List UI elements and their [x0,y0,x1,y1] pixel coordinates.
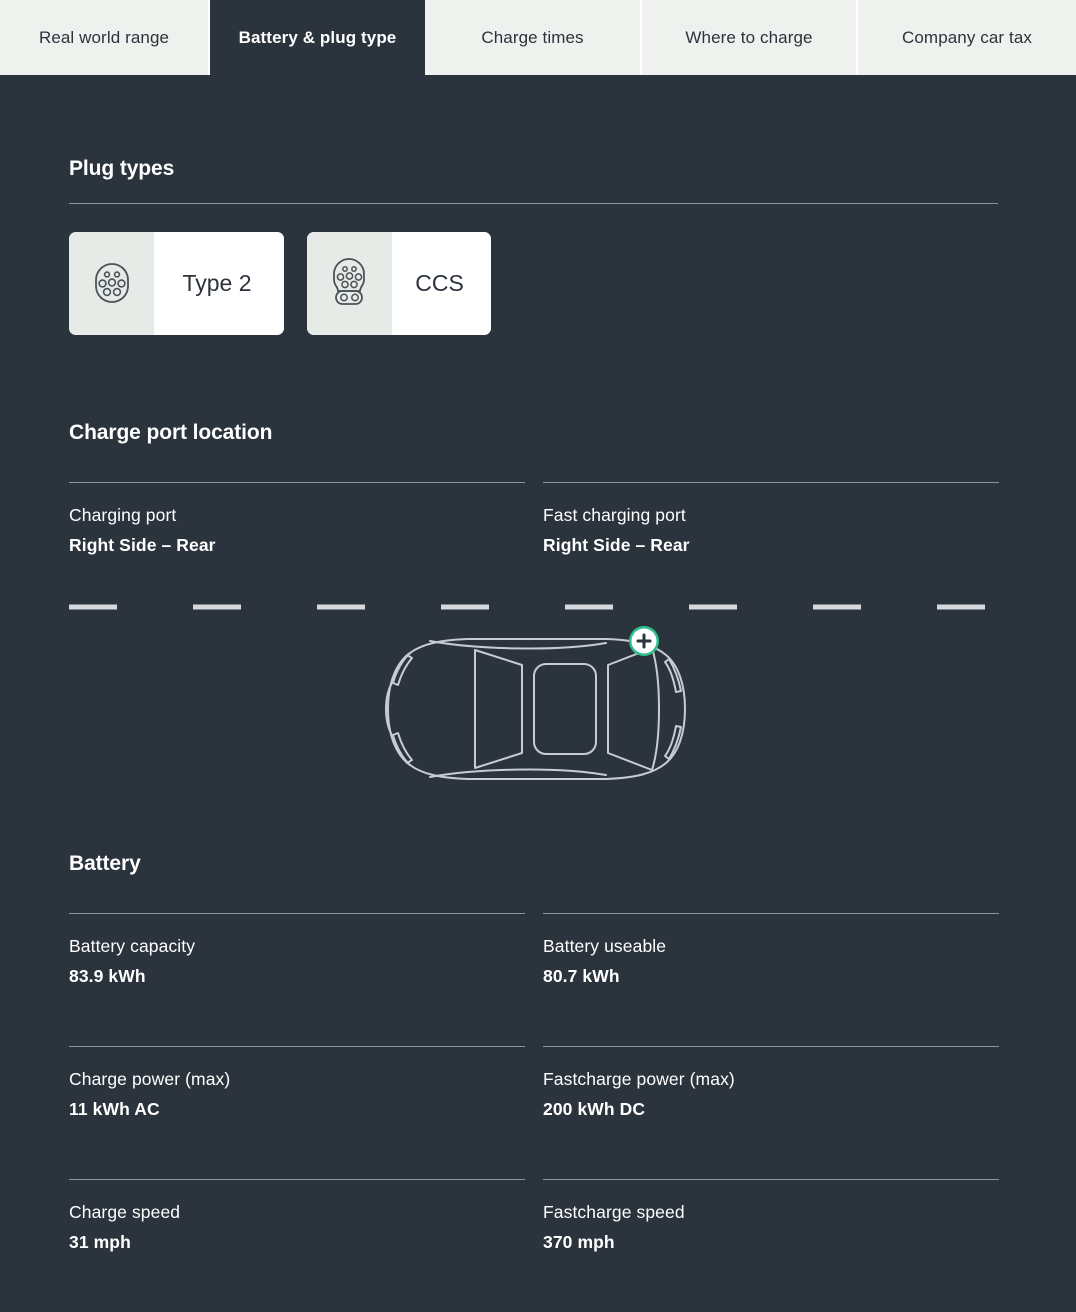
battery-capacity-label: Battery capacity [69,936,196,956]
battery-heading: Battery [69,852,141,875]
tab-bar: Real world range Battery & plug type Cha… [0,0,1076,75]
content-area: Plug types Type 2 CCS Charge port locati… [0,157,1076,1305]
charge-port-location-heading: Charge port location [69,421,273,444]
tab-real-world-range[interactable]: Real world range [0,0,210,75]
charging-port-column: Charging port Right Side – Rear [69,482,525,556]
bottom-spacer [69,1253,1007,1305]
fastcharge-speed-cell: Fastcharge speed 370 mph [543,1179,999,1253]
charging-port-value: Right Side – Rear [69,535,216,555]
fast-charging-port-column: Fast charging port Right Side – Rear [543,482,999,556]
divider [69,482,525,483]
battery-capacity-cell: Battery capacity 83.9 kWh [69,913,525,987]
car-outline-illustration [384,638,686,780]
plug-card-ccs[interactable]: CCS [307,232,491,335]
plug-types-heading: Plug types [69,157,175,180]
charging-port-label: Charging port [69,505,177,525]
page-root: Real world range Battery & plug type Cha… [0,0,1076,1312]
divider [69,203,998,204]
fast-charging-port-label: Fast charging port [543,505,686,525]
tab-label: Company car tax [902,27,1032,47]
tab-company-car-tax[interactable]: Company car tax [858,0,1076,75]
plug-card-label: Type 2 [154,232,284,335]
tab-charge-times[interactable]: Charge times [425,0,642,75]
type2-plug-icon [69,232,154,335]
ccs-plug-icon [307,232,392,335]
plug-types-card-list: Type 2 CCS [69,232,1007,335]
fastcharge-power-cell: Fastcharge power (max) 200 kWh DC [543,1046,999,1120]
charge-port-location-columns: Charging port Right Side – Rear Fast cha… [69,482,999,556]
fast-charging-port-value: Right Side – Rear [543,535,690,555]
fastcharge-power-label: Fastcharge power (max) [543,1069,735,1089]
divider [543,1046,999,1047]
charge-speed-cell: Charge speed 31 mph [69,1179,525,1253]
battery-row-speed: Charge speed 31 mph Fastcharge speed 370… [69,1179,999,1253]
car-top-view-diagram [69,601,998,816]
divider [69,1179,525,1180]
charge-power-label: Charge power (max) [69,1069,231,1089]
fastcharge-speed-label: Fastcharge speed [543,1202,685,1222]
tab-label: Where to charge [685,27,813,47]
tab-battery-and-plug-type[interactable]: Battery & plug type [210,0,425,75]
divider [69,913,525,914]
divider [543,913,999,914]
plug-card-type-2[interactable]: Type 2 [69,232,284,335]
charge-speed-label: Charge speed [69,1202,181,1222]
battery-useable-cell: Battery useable 80.7 kWh [543,913,999,987]
road-dashed-line-icon [69,604,998,610]
divider [543,482,999,483]
battery-row-power: Charge power (max) 11 kWh AC Fastcharge … [69,1046,999,1120]
battery-row-capacity: Battery capacity 83.9 kWh Battery useabl… [69,913,999,987]
charge-speed-value: 31 mph [69,1232,131,1252]
divider [69,1046,525,1047]
battery-capacity-value: 83.9 kWh [69,966,146,986]
charge-power-cell: Charge power (max) 11 kWh AC [69,1046,525,1120]
tab-label: Battery & plug type [238,27,397,47]
battery-useable-value: 80.7 kWh [543,966,620,986]
divider [543,1179,999,1180]
plug-card-label: CCS [392,232,491,335]
fastcharge-speed-value: 370 mph [543,1232,615,1252]
charge-power-value: 11 kWh AC [69,1099,160,1119]
tab-label: Charge times [481,27,584,47]
battery-useable-label: Battery useable [543,936,667,956]
fastcharge-power-value: 200 kWh DC [543,1099,646,1119]
tab-label: Real world range [38,27,170,47]
tab-where-to-charge[interactable]: Where to charge [642,0,858,75]
